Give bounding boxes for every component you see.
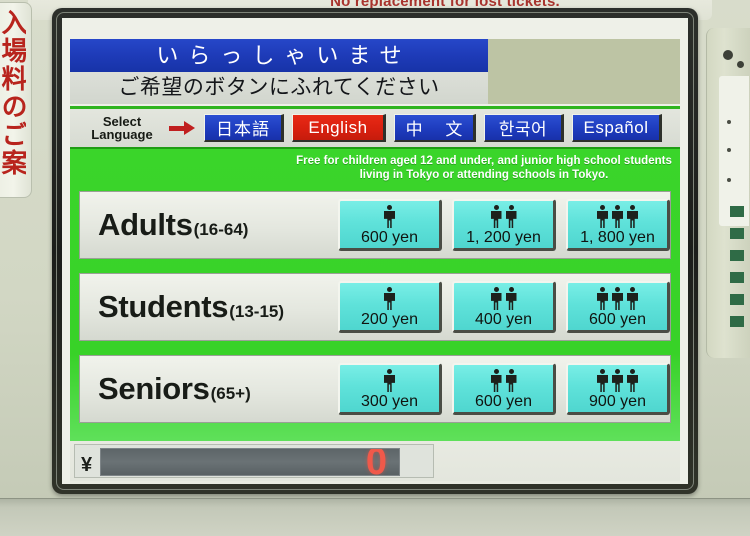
arrow-right-icon [168, 117, 198, 139]
fare-row: Seniors (65+) 300 yen 600 yen 900 yen [79, 355, 671, 423]
fare-button-group: 300 yen 600 yen 900 yen [338, 363, 670, 415]
fare-price: 1, 200 yen [466, 229, 541, 246]
ticket-machine-body: No replacement for lost tickets. 入場料のご案内… [0, 0, 750, 536]
left-placard: 入場料のご案内 [0, 2, 32, 198]
fare-price: 600 yen [361, 229, 418, 246]
person-count-icon [383, 286, 396, 310]
fare-button[interactable]: 400 yen [452, 281, 556, 333]
fare-row: Students (13-15) 200 yen 400 yen 600 yen [79, 273, 671, 341]
money-display-frame: ¥ 0 [74, 444, 434, 478]
person-count-icon [490, 204, 518, 228]
person-count-icon [596, 286, 639, 310]
person-count-icon [596, 368, 639, 392]
language-button-zh[interactable]: 中 文 [394, 114, 476, 142]
screen-bottom-edge [70, 481, 680, 484]
instruction-banner: ご希望のボタンにふれてください [70, 72, 488, 104]
fare-panel: Free for children aged 12 and under, and… [70, 147, 680, 441]
fare-button[interactable]: 300 yen [338, 363, 442, 415]
fare-category-label: Students (13-15) [80, 289, 338, 325]
fare-category-label: Seniors (65+) [80, 371, 338, 407]
fare-category-age: (16-64) [193, 220, 249, 239]
indicator-dot-icon [727, 120, 731, 124]
fare-button-group: 200 yen 400 yen 600 yen [338, 281, 670, 333]
touchscreen[interactable]: いらっしゃいませ ご希望のボタンにふれてください Select Language… [62, 18, 688, 484]
indicator-dot-icon [727, 178, 731, 182]
person-count-icon [490, 286, 518, 310]
fare-button[interactable]: 200 yen [338, 281, 442, 333]
language-button-en[interactable]: English [292, 114, 386, 142]
language-button-es[interactable]: Español [572, 114, 662, 142]
left-placard-text: 入場料のご案内 [0, 9, 26, 177]
side-key[interactable] [730, 294, 744, 305]
side-key[interactable] [730, 272, 744, 283]
fare-category-name: Students [98, 289, 229, 324]
side-key[interactable] [730, 206, 744, 217]
amount-lcd: 0 [100, 448, 400, 476]
fare-price: 200 yen [361, 311, 418, 328]
fare-button[interactable]: 900 yen [566, 363, 670, 415]
language-button-ko[interactable]: 한국어 [484, 114, 564, 142]
fare-price: 400 yen [475, 311, 532, 328]
person-count-icon [383, 204, 396, 228]
fare-price: 900 yen [589, 393, 646, 410]
money-display-area: ¥ 0 [70, 441, 680, 481]
free-admission-notice: Free for children aged 12 and under, and… [296, 155, 672, 182]
side-key[interactable] [730, 228, 744, 239]
side-key[interactable] [730, 250, 744, 261]
machine-housing-bottom [0, 498, 750, 536]
fare-row: Adults (16-64) 600 yen 1, 200 yen 1, 800… [79, 191, 671, 259]
person-count-icon [383, 368, 396, 392]
fare-button[interactable]: 1, 200 yen [452, 199, 556, 251]
language-button-ja[interactable]: 日本語 [204, 114, 284, 142]
fare-category-name: Seniors [98, 371, 210, 406]
fare-price: 600 yen [475, 393, 532, 410]
yen-symbol: ¥ [81, 454, 93, 476]
machine-right-panel [706, 28, 750, 358]
select-language-line2: Language [91, 127, 153, 142]
fare-category-name: Adults [98, 207, 193, 242]
card-slot-strip [719, 76, 749, 226]
language-selector-row: Select Language 日本語 English 中 文 한국어 Espa… [70, 109, 680, 147]
fare-price: 1, 800 yen [580, 229, 655, 246]
fare-category-age: (65+) [210, 384, 251, 403]
fare-button[interactable]: 1, 800 yen [566, 199, 670, 251]
fare-price: 300 yen [361, 393, 418, 410]
fare-button[interactable]: 600 yen [338, 199, 442, 251]
select-language-label: Select Language [76, 113, 168, 142]
fare-category-label: Adults (16-64) [80, 207, 338, 243]
header-filler [488, 39, 680, 104]
fare-button[interactable]: 600 yen [452, 363, 556, 415]
welcome-banner: いらっしゃいませ [70, 39, 488, 72]
speaker-hole-icon [737, 61, 744, 68]
person-count-icon [596, 204, 639, 228]
amount-value: 0 [365, 448, 387, 476]
person-count-icon [490, 368, 518, 392]
fare-category-age: (13-15) [229, 302, 285, 321]
fare-price: 600 yen [589, 311, 646, 328]
fare-button-group: 600 yen 1, 200 yen 1, 800 yen [338, 199, 670, 251]
side-key[interactable] [730, 316, 744, 327]
speaker-hole-icon [723, 50, 733, 60]
fare-button[interactable]: 600 yen [566, 281, 670, 333]
indicator-dot-icon [727, 148, 731, 152]
select-language-line1: Select [102, 113, 142, 129]
